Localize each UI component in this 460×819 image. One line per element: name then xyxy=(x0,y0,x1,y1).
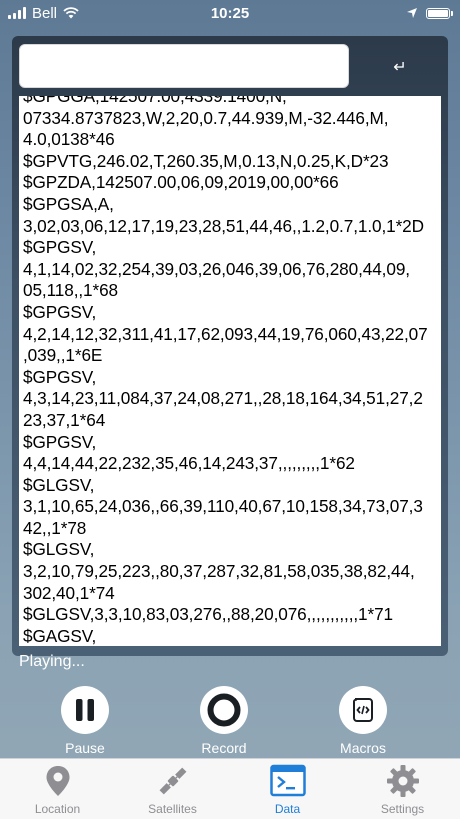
log-line: 3,1,10,65,24,036,,66,39,110,40,67,10,158… xyxy=(23,496,423,517)
log-line: 3,02,03,06,12,17,19,23,28,51,44,46,,1.2,… xyxy=(23,215,424,236)
log-line: 3,2,10,79,25,223,,80,37,287,32,81,58,035… xyxy=(23,561,415,582)
log-line: 4,2,14,12,32,311,41,17,62,093,44,19,76,0… xyxy=(23,323,428,344)
log-line: $GPGSA,A, xyxy=(23,193,114,214)
log-line: ,039,,1*6E xyxy=(23,345,103,366)
record-icon xyxy=(207,693,241,727)
macros-label: Macros xyxy=(340,740,386,756)
log-line: $GPVTG,246.02,T,260.35,M,0.13,N,0.25,K,D… xyxy=(23,150,389,171)
record-control[interactable]: Record xyxy=(169,686,279,756)
location-pin-icon xyxy=(46,766,69,796)
log-line: 23,37,1*64 xyxy=(23,409,106,430)
signal-icon xyxy=(8,7,26,19)
gear-icon xyxy=(386,765,419,797)
record-button[interactable] xyxy=(200,686,248,734)
log-line: 4,1,14,02,32,254,39,03,26,046,39,06,76,2… xyxy=(23,258,410,279)
script-icon xyxy=(353,698,373,722)
pause-label: Pause xyxy=(65,740,105,756)
log-line: 05,118,,1*68 xyxy=(23,280,119,301)
log-line: $GPGSV, xyxy=(23,431,97,452)
nmea-log-view[interactable]: $GPGGA,142507.00,4339.1400,N, 07334.87378… xyxy=(19,96,441,646)
log-line: $GAGSV, xyxy=(23,625,97,646)
log-line: 42,,1*78 xyxy=(23,517,87,538)
macros-button[interactable] xyxy=(339,686,387,734)
send-button[interactable]: ↵ xyxy=(360,48,440,86)
record-label: Record xyxy=(201,740,247,756)
tab-label: Settings xyxy=(380,802,425,816)
battery-icon xyxy=(426,7,453,19)
log-line: $GLGSV, xyxy=(23,539,95,560)
tab-label: Satellites xyxy=(148,802,197,816)
log-line: $GPGSV, xyxy=(23,237,97,258)
tab-label: Data xyxy=(274,802,301,816)
log-line: 4.0,0138*46 xyxy=(23,129,115,150)
status-left: Bell xyxy=(0,5,79,22)
tab-satellites[interactable]: Satellites xyxy=(115,759,230,819)
terminal-icon xyxy=(269,764,306,797)
log-line: $GPZDA,142507.00,06,09,2019,00,00*66 xyxy=(23,172,339,193)
wifi-icon xyxy=(63,7,79,19)
pause-control[interactable]: Pause xyxy=(30,686,140,756)
status-bar: Bell 10:25 xyxy=(0,0,460,26)
nmea-log-text: $GPGGA,142507.00,4339.1400,N, 07334.87378… xyxy=(23,96,439,646)
tab-label: Location xyxy=(34,802,81,816)
macros-control[interactable]: Macros xyxy=(308,686,418,756)
location-arrow-icon xyxy=(407,8,417,18)
tab-bar: Location Satellites Data Settings xyxy=(0,758,460,819)
log-line: $GPGSV, xyxy=(23,301,97,322)
status-right xyxy=(406,7,460,19)
log-line: 07334.8737823,W,2,20,0.7,44.939,M,-32.44… xyxy=(23,107,389,128)
tab-settings[interactable]: Settings xyxy=(345,759,460,819)
log-line: 4,4,14,44,22,232,35,46,14,243,37,,,,,,,,… xyxy=(23,453,355,474)
pause-icon xyxy=(76,699,94,721)
tab-location[interactable]: Location xyxy=(0,759,115,819)
log-line: 302,40,1*74 xyxy=(23,582,115,603)
playback-status: Playing... xyxy=(19,653,85,670)
carrier-name: Bell xyxy=(32,4,58,22)
return-icon: ↵ xyxy=(393,59,407,76)
log-line: 4,3,14,23,11,084,37,24,08,271,,28,18,164… xyxy=(23,388,423,409)
log-line: $GLGSV, xyxy=(23,474,95,495)
log-line: $GPGSV, xyxy=(23,366,97,387)
log-line: $GLGSV,3,3,10,83,03,276,,88,20,076,,,,,,… xyxy=(23,604,394,625)
pause-button[interactable] xyxy=(61,686,109,734)
tab-data[interactable]: Data xyxy=(230,759,345,819)
playback-controls: Pause Record Macros xyxy=(0,686,460,758)
command-input[interactable] xyxy=(19,44,349,88)
satellite-icon xyxy=(159,767,186,795)
log-line: $GPGGA,142507.00,4339.1400,N, xyxy=(23,96,287,106)
